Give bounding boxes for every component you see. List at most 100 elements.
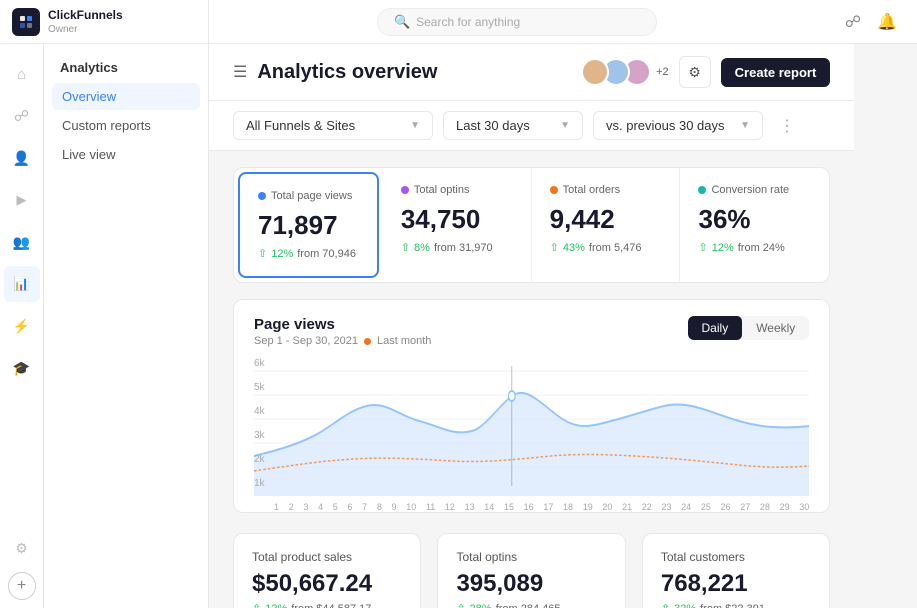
x-label: 3: [303, 502, 308, 512]
chevron-down-icon: ▼: [410, 120, 420, 131]
app-sub: Owner: [48, 24, 123, 35]
x-label: 23: [661, 502, 671, 512]
x-label: 2: [289, 502, 294, 512]
x-label: 6: [347, 502, 352, 512]
stat-label: Conversion rate: [698, 184, 811, 196]
x-label: 7: [362, 502, 367, 512]
search-icon: 🔍: [394, 14, 410, 30]
stats-grid: Total page views 71,897 ⇧12% from 70,946…: [233, 167, 830, 283]
chart-header: Page views Sep 1 - Sep 30, 2021 Last mon…: [254, 316, 809, 347]
topbar-icons: ☍ 🔔: [825, 12, 917, 32]
stat-value: 34,750: [401, 204, 513, 235]
avatar-count: +2: [656, 66, 669, 78]
sidebar-icon-analytics[interactable]: 📊: [4, 266, 40, 302]
app-name: ClickFunnels: [48, 8, 123, 24]
sidebar-item-overview[interactable]: Overview: [52, 83, 200, 110]
stat-value: 36%: [698, 204, 811, 235]
card-title: Total customers: [661, 550, 811, 564]
sidebar-icon-add[interactable]: +: [8, 572, 36, 600]
x-label: 13: [465, 502, 475, 512]
card-change: ⇧32% from $22,391: [661, 602, 811, 608]
x-label: 11: [426, 502, 435, 512]
x-label: 26: [721, 502, 731, 512]
sidebar-icon-pages[interactable]: ☍: [4, 98, 40, 134]
x-label: 30: [799, 502, 809, 512]
sidebar-icon-contacts[interactable]: 👤: [4, 140, 40, 176]
chart-area: 6k 5k 4k 3k 2k 1k 1 2 3 4 5 6: [254, 351, 809, 496]
stat-card-optins: Total optins 34,750 ⇧8% from 31,970: [383, 168, 532, 282]
search-area: 🔍 Search for anything: [209, 8, 825, 36]
sidebar-icon-funnels[interactable]: ▶: [4, 182, 40, 218]
x-label: 1: [274, 502, 279, 512]
funnels-filter[interactable]: All Funnels & Sites ▼: [233, 111, 433, 140]
sidebar-icon-people[interactable]: 👥: [4, 224, 40, 260]
chart-toggle: Daily Weekly: [688, 316, 810, 340]
chart-subtitle: Sep 1 - Sep 30, 2021 Last month: [254, 335, 431, 347]
message-icon[interactable]: ☍: [845, 12, 861, 32]
weekly-toggle-button[interactable]: Weekly: [742, 316, 809, 340]
sidebar-icon-training[interactable]: 🎓: [4, 350, 40, 386]
card-title: Total optins: [456, 550, 606, 564]
x-label: 24: [681, 502, 691, 512]
x-label: 9: [392, 502, 397, 512]
sidebar-icon-home[interactable]: ⌂: [4, 56, 40, 92]
filters-bar: All Funnels & Sites ▼ Last 30 days ▼ vs.…: [209, 101, 854, 151]
settings-button[interactable]: ⚙: [679, 56, 711, 88]
bottom-card-optins: Total optins 395,089 ⇧28% from 284,465: [437, 533, 625, 608]
period-filter[interactable]: Last 30 days ▼: [443, 111, 583, 140]
x-label: 15: [504, 502, 514, 512]
chart-title: Page views: [254, 316, 431, 333]
chevron-down-icon-2: ▼: [560, 120, 570, 131]
card-value: 395,089: [456, 570, 606, 598]
card-change: ⇧12% from $44,587.17: [252, 602, 402, 608]
sidebar-icon-settings[interactable]: ⚙: [4, 530, 40, 566]
chart-section: Page views Sep 1 - Sep 30, 2021 Last mon…: [233, 299, 830, 513]
chevron-down-icon-3: ▼: [740, 120, 750, 131]
x-label: 27: [740, 502, 750, 512]
stat-label: Total optins: [401, 184, 513, 196]
sidebar-section-title: Analytics: [52, 56, 200, 79]
card-change: ⇧28% from 284,465: [456, 602, 606, 608]
sidebar-icon-automation[interactable]: ⚡: [4, 308, 40, 344]
stat-change: ⇧12% from 70,946: [258, 247, 359, 260]
daily-toggle-button[interactable]: Daily: [688, 316, 743, 340]
stat-card-conversion: Conversion rate 36% ⇧12% from 24%: [680, 168, 829, 282]
compare-filter[interactable]: vs. previous 30 days ▼: [593, 111, 763, 140]
x-label: 12: [445, 502, 455, 512]
x-label: 29: [780, 502, 790, 512]
create-report-button[interactable]: Create report: [721, 58, 831, 87]
stat-value: 71,897: [258, 210, 359, 241]
hamburger-icon[interactable]: ☰: [233, 62, 247, 82]
page-title: Analytics overview: [257, 61, 437, 84]
x-label: 17: [543, 502, 553, 512]
x-label: 14: [484, 502, 494, 512]
logo-area: ClickFunnels Owner: [0, 0, 209, 43]
secondary-sidebar: Analytics Overview Custom reports Live v…: [44, 44, 209, 608]
card-value: 768,221: [661, 570, 811, 598]
bottom-card-customers: Total customers 768,221 ⇧32% from $22,39…: [642, 533, 830, 608]
stat-value: 9,442: [550, 204, 662, 235]
search-box[interactable]: 🔍 Search for anything: [377, 8, 657, 36]
stat-label: Total page views: [258, 190, 359, 202]
logo-text: ClickFunnels Owner: [48, 8, 123, 35]
logo-icon: [12, 8, 40, 36]
stat-label: Total orders: [550, 184, 662, 196]
bottom-cards-grid: Total product sales $50,667.24 ⇧12% from…: [233, 533, 830, 608]
bottom-card-sales: Total product sales $50,667.24 ⇧12% from…: [233, 533, 421, 608]
x-label: 8: [377, 502, 382, 512]
x-label: 28: [760, 502, 770, 512]
stat-change: ⇧43% from 5,476: [550, 241, 662, 254]
main-header: ☰ Analytics overview +2 ⚙ Create report: [209, 44, 854, 101]
bell-icon[interactable]: 🔔: [877, 12, 897, 32]
page-content: Total page views 71,897 ⇧12% from 70,946…: [209, 151, 854, 608]
chart-svg: [254, 351, 809, 496]
sidebar-item-live-view[interactable]: Live view: [52, 141, 200, 168]
x-label: 4: [318, 502, 323, 512]
x-label: 10: [406, 502, 416, 512]
more-options-icon[interactable]: ⋮: [773, 112, 801, 140]
stat-change: ⇧12% from 24%: [698, 241, 811, 254]
card-value: $50,667.24: [252, 570, 402, 598]
sidebar-item-custom-reports[interactable]: Custom reports: [52, 112, 200, 139]
search-placeholder: Search for anything: [416, 15, 520, 29]
x-label: 22: [642, 502, 652, 512]
